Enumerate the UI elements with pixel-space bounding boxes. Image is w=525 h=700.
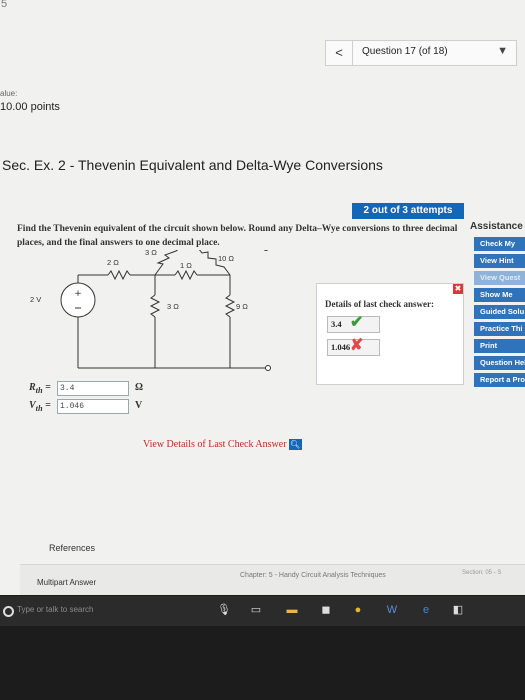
last-check-details-popup: ✖ Details of last check answer: 3.4 ✔ 1.… — [316, 283, 464, 385]
vth-unit: V — [135, 400, 143, 411]
resistor-3ohm-top — [154, 250, 179, 276]
resistor-3ohm-mid — [149, 294, 161, 318]
rth-input[interactable] — [57, 381, 129, 396]
details-title: Details of last check answer: — [325, 299, 434, 309]
corner-digit: 5 — [1, 0, 8, 10]
check-my-work-button[interactable]: Check My — [474, 237, 525, 251]
answer-result-1: 3.4 ✔ — [327, 314, 380, 333]
page-title: Sec. Ex. 2 - Thevenin Equivalent and Del… — [2, 157, 383, 173]
resistor-1ohm — [174, 269, 198, 281]
task-view-icon[interactable]: ▭ — [248, 602, 264, 618]
chevron-down-icon[interactable]: ▼ — [497, 45, 508, 57]
rth-label: Rth = — [29, 382, 51, 395]
cortana-icon[interactable] — [3, 606, 14, 617]
answer-result-2: 1.046 ✘ — [327, 337, 380, 356]
question-help-button[interactable]: Question Hel — [474, 356, 525, 370]
question-label: Question 17 (of 18) — [362, 46, 448, 57]
vth-input[interactable] — [57, 399, 129, 414]
source-label: 2 V — [30, 295, 41, 304]
answer-value-1: 3.4 — [331, 319, 342, 329]
value-label: alue: — [0, 89, 18, 98]
terminal-top — [263, 250, 269, 251]
rth-unit: Ω — [135, 382, 144, 393]
vth-label: Vth = — [29, 400, 51, 413]
r10-label: 10 Ω — [218, 254, 234, 263]
footer-bar: Multipart Answer Chapter: 5 - Handy Circ… — [20, 564, 525, 595]
resistor-2ohm — [107, 269, 131, 281]
multipart-answer-label: Multipart Answer — [37, 578, 97, 587]
view-hint-button[interactable]: View Hint — [474, 254, 525, 268]
close-icon[interactable]: ✖ — [453, 284, 463, 294]
r9-label: 9 Ω — [236, 302, 248, 311]
problem-statement: Find the Thevenin equivalent of the circ… — [17, 224, 458, 248]
print-button[interactable]: Print — [474, 339, 525, 353]
chrome-icon[interactable]: ● — [350, 602, 366, 618]
practice-this-button[interactable]: Practice Thi — [474, 322, 525, 336]
check-icon: ✔ — [350, 314, 364, 331]
guided-solution-button[interactable]: Guided Solu — [474, 305, 525, 319]
taskbar-search[interactable]: Type or talk to search — [17, 605, 93, 614]
file-explorer-icon[interactable]: ▬ — [284, 602, 300, 618]
previous-question-button[interactable]: < — [326, 41, 353, 65]
points-value: 10.00 points — [0, 101, 60, 113]
assistance-title: Assistance — [470, 221, 523, 232]
windows-taskbar: Type or talk to search 🎙︎ ▭ ▬ ◼ ● W e ◧ — [0, 596, 525, 626]
r2-label: 2 Ω — [107, 258, 119, 267]
attempts-badge: 2 out of 3 attempts — [352, 203, 464, 219]
references-link[interactable]: References — [49, 543, 95, 553]
source-sign: + — [74, 289, 82, 299]
resistor-9ohm — [224, 294, 236, 318]
r3-top-label: 3 Ω — [145, 250, 157, 257]
edge-icon[interactable]: e — [418, 602, 434, 618]
show-me-button[interactable]: Show Me — [474, 288, 525, 302]
answer-value-2: 1.046 — [331, 342, 351, 352]
view-details-link[interactable]: View Details of Last Check Answer 🔍︎ — [143, 439, 302, 451]
terminal-bottom — [265, 365, 271, 371]
store-icon[interactable]: ◼ — [318, 602, 334, 618]
microphone-icon[interactable]: 🎙︎ — [216, 602, 232, 618]
browser-screen: 5 < Question 17 (of 18) ▼ alue: 10.00 po… — [0, 0, 525, 595]
r1-label: 1 Ω — [180, 261, 192, 270]
magnifier-icon[interactable]: 🔍︎ — [288, 439, 302, 451]
circuit-diagram: + 2 V 2 Ω 3 Ω 10 Ω 1 Ω 3 Ω 9 Ω — [30, 250, 271, 371]
word-icon[interactable]: W — [384, 602, 400, 618]
chapter-label: Chapter: 5 - Handy Circuit Analysis Tech… — [240, 572, 386, 579]
cross-icon: ✘ — [350, 337, 364, 354]
report-a-problem-button[interactable]: Report a Prob — [474, 373, 525, 387]
question-navigator[interactable]: < Question 17 (of 18) ▼ — [325, 40, 517, 66]
section-label: Section: 05 - S — [462, 570, 502, 576]
office-icon[interactable]: ◧ — [450, 602, 466, 618]
r3-mid-label: 3 Ω — [167, 302, 179, 311]
view-question-button[interactable]: View Quest — [474, 271, 525, 285]
